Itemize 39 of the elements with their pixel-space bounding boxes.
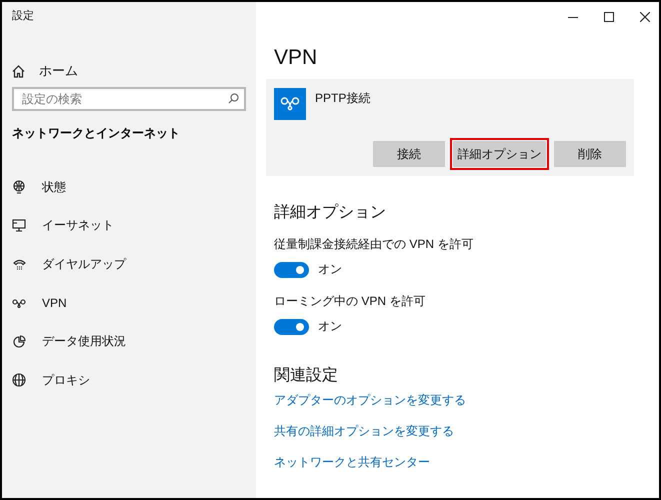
monitor-icon: [12, 219, 26, 232]
globe-icon: [12, 373, 26, 388]
nav-item[interactable]: ダイヤルアップ: [42, 256, 126, 273]
maximize-icon[interactable]: [604, 12, 614, 22]
action-button[interactable]: 削除: [554, 141, 626, 167]
action-button[interactable]: 接続: [373, 141, 445, 167]
search-field[interactable]: 設定の検索: [12, 87, 246, 111]
action-button[interactable]: 詳細オプション: [453, 141, 546, 167]
related-link[interactable]: 共有の詳細オプションを変更する: [274, 423, 454, 440]
nav-item[interactable]: イーサネット: [42, 217, 114, 234]
globe-icon: [12, 180, 26, 194]
setting-label: ローミング中の VPN を許可: [274, 293, 426, 310]
nav-item[interactable]: VPN: [42, 296, 67, 310]
vpn-icon: [12, 298, 26, 308]
section-heading: 詳細オプション: [274, 202, 386, 223]
vpn-icon: [274, 88, 306, 120]
nav-item[interactable]: 状態: [42, 178, 66, 196]
pie-chart-icon: [12, 334, 26, 349]
related-link[interactable]: ネットワークと共有センター: [274, 454, 430, 471]
home-link[interactable]: ホーム: [39, 62, 78, 80]
section-heading: 関連設定: [274, 366, 338, 386]
close-icon[interactable]: [640, 12, 650, 22]
phone-icon: [12, 258, 26, 270]
toggle-switch[interactable]: [274, 318, 309, 334]
connection-name: PPTP接続: [315, 90, 370, 107]
toggle-state: オン: [318, 318, 342, 335]
setting-label: 従量制課金接続経由での VPN を許可: [274, 236, 474, 253]
toggle-switch[interactable]: [274, 262, 309, 278]
home-icon: [12, 64, 25, 78]
toggle-state: オン: [318, 261, 342, 278]
related-link[interactable]: アダプターのオプションを変更する: [274, 392, 466, 409]
window-title: 設定: [12, 8, 34, 23]
vpn-connection-card[interactable]: PPTP接続 接続 詳細オプション 削除: [266, 79, 634, 176]
section-heading: ネットワークとインターネット: [12, 125, 180, 142]
nav-item[interactable]: プロキシ: [42, 372, 90, 389]
minimize-icon[interactable]: [568, 16, 578, 18]
search-icon: [228, 93, 239, 104]
page-title: VPN: [274, 46, 318, 70]
nav-item[interactable]: データ使用状況: [42, 333, 126, 350]
